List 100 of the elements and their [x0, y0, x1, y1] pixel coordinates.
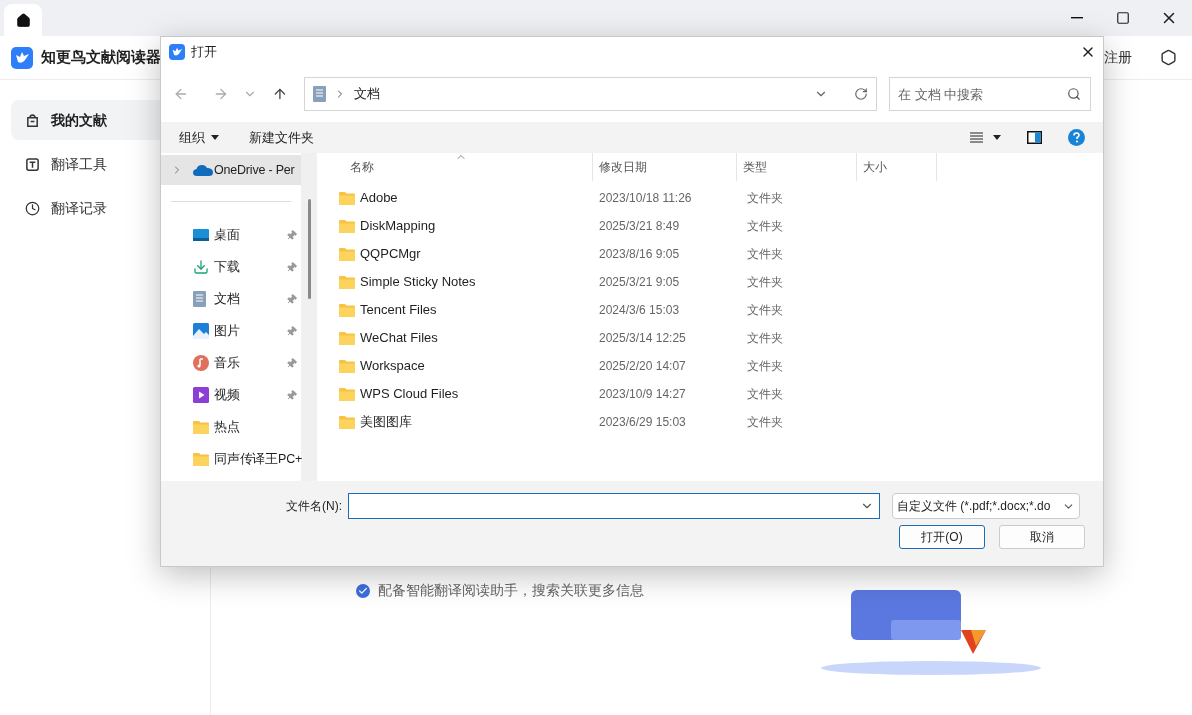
view-menu-button[interactable]	[970, 132, 1001, 143]
file-row[interactable]: Tencent Files 2024/3/6 15:03 文件夹	[317, 296, 1103, 324]
nav-item[interactable]: 热点	[161, 412, 301, 442]
app-title: 知更鸟文献阅读器	[41, 47, 161, 68]
folder-icon	[193, 420, 209, 434]
file-date: 2023/8/16 9:05	[598, 246, 681, 263]
file-date: 2025/3/21 8:49	[598, 218, 681, 235]
file-type: 文件夹	[746, 246, 784, 263]
file-name: Simple Sticky Notes	[360, 273, 476, 292]
search-field[interactable]: 在 文档 中搜索	[889, 77, 1091, 111]
list-view-icon	[970, 132, 983, 143]
nav-item[interactable]: 视频	[161, 380, 301, 410]
file-row[interactable]: WeChat Files 2025/3/14 12:25 文件夹	[317, 324, 1103, 352]
toolbar-button[interactable]: 新建文件夹	[249, 127, 314, 148]
video-icon	[193, 387, 209, 403]
file-type: 文件夹	[746, 190, 784, 207]
maximize-icon	[1116, 11, 1130, 25]
file-date: 2024/3/6 15:03	[598, 302, 681, 319]
file-name: QQPCMgr	[360, 245, 421, 264]
file-type: 文件夹	[746, 218, 784, 235]
file-type: 文件夹	[746, 274, 784, 291]
folder-icon	[339, 415, 355, 429]
checkbox[interactable]	[356, 583, 370, 598]
caret-icon	[993, 135, 1001, 140]
dialog-title: 打开	[191, 42, 217, 61]
file-name: WeChat Files	[360, 329, 438, 348]
bag-icon	[25, 112, 40, 128]
nav-item[interactable]: 文档	[161, 284, 301, 314]
dialog-button[interactable]: 打开(O)	[899, 525, 985, 549]
column-header[interactable]: 修改日期	[593, 153, 737, 181]
clock-icon	[25, 200, 40, 216]
document-icon	[193, 291, 206, 307]
file-date: 2023/10/18 11:26	[598, 190, 693, 207]
file-date: 2025/3/14 12:25	[598, 330, 687, 347]
folder-icon	[339, 191, 355, 205]
music-icon	[193, 355, 209, 371]
folder-icon	[339, 331, 355, 345]
nav-item[interactable]: 同声传译王PC+	[161, 444, 301, 474]
column-header[interactable]: 类型	[737, 153, 857, 181]
folder-icon	[339, 359, 355, 373]
hexagon-icon	[1160, 49, 1177, 66]
minimize-icon	[1071, 17, 1083, 19]
nav-item[interactable]: OneDrive - Per	[161, 155, 301, 185]
folder-icon	[339, 247, 355, 261]
file-row[interactable]: DiskMapping 2025/3/21 8:49 文件夹	[317, 212, 1103, 240]
nav-item[interactable]: 下载	[161, 252, 301, 282]
folder-icon	[339, 275, 355, 289]
file-name: 美图图库	[360, 413, 412, 432]
image-icon	[193, 323, 209, 339]
file-date: 2023/6/29 15:03	[598, 414, 687, 431]
file-row[interactable]: Workspace 2025/2/20 14:07 文件夹	[317, 352, 1103, 380]
cloud-icon	[193, 164, 213, 176]
bird-logo-icon	[169, 43, 185, 60]
filetype-dropdown[interactable]: 自定义文件 (*.pdf;*.docx;*.do	[892, 493, 1080, 519]
option-label: 配备智能翻译阅读助手，搜索关联更多信息	[378, 581, 644, 600]
text-icon	[25, 156, 40, 172]
breadcrumb[interactable]: 文档	[354, 84, 806, 104]
file-name: Workspace	[360, 357, 425, 376]
file-type: 文件夹	[746, 358, 784, 375]
folder-icon	[339, 303, 355, 317]
caret-icon	[211, 135, 219, 140]
column-header[interactable]: 大小	[857, 153, 937, 181]
register-link[interactable]: 注册	[1104, 47, 1132, 68]
filename-field[interactable]	[348, 493, 880, 519]
home-tab[interactable]	[4, 4, 42, 36]
file-type: 文件夹	[746, 302, 784, 319]
file-row[interactable]: QQPCMgr 2023/8/16 9:05 文件夹	[317, 240, 1103, 268]
dialog-button[interactable]: 取消	[999, 525, 1085, 549]
column-header[interactable]: 名称	[317, 153, 593, 181]
file-type: 文件夹	[746, 330, 784, 347]
file-date: 2025/3/21 9:05	[598, 274, 681, 291]
folder-icon	[339, 219, 355, 233]
address-bar[interactable]: 文档	[304, 77, 877, 111]
check-icon	[358, 585, 368, 596]
refresh-icon[interactable]	[854, 87, 868, 101]
scrollbar-thumb[interactable]	[307, 199, 311, 299]
file-date: 2023/10/9 14:27	[598, 386, 687, 403]
file-row[interactable]: 美图图库 2023/6/29 15:03 文件夹	[317, 408, 1103, 436]
help-icon[interactable]	[1068, 129, 1085, 146]
file-row[interactable]: Simple Sticky Notes 2025/3/21 9:05 文件夹	[317, 268, 1103, 296]
file-row[interactable]: WPS Cloud Files 2023/10/9 14:27 文件夹	[317, 380, 1103, 408]
folder-icon	[193, 452, 209, 466]
nav-item[interactable]: 音乐	[161, 348, 301, 378]
search-icon	[1067, 87, 1081, 101]
document-icon	[313, 86, 327, 102]
file-type: 文件夹	[746, 386, 784, 403]
bird-logo-icon	[11, 46, 33, 69]
file-name: Adobe	[360, 189, 398, 208]
home-icon	[15, 12, 31, 28]
filename-label: 文件名(N):	[285, 498, 343, 515]
file-type: 文件夹	[746, 414, 784, 431]
file-name: DiskMapping	[360, 217, 436, 236]
nav-item[interactable]: 图片	[161, 316, 301, 346]
file-name: WPS Cloud Files	[360, 385, 459, 404]
desktop-icon	[193, 228, 209, 242]
file-date: 2025/2/20 14:07	[598, 358, 687, 375]
preview-pane-icon[interactable]	[1027, 131, 1042, 144]
file-row[interactable]: Adobe 2023/10/18 11:26 文件夹	[317, 184, 1103, 212]
download-icon	[193, 259, 209, 275]
file-name: Tencent Files	[360, 301, 437, 320]
